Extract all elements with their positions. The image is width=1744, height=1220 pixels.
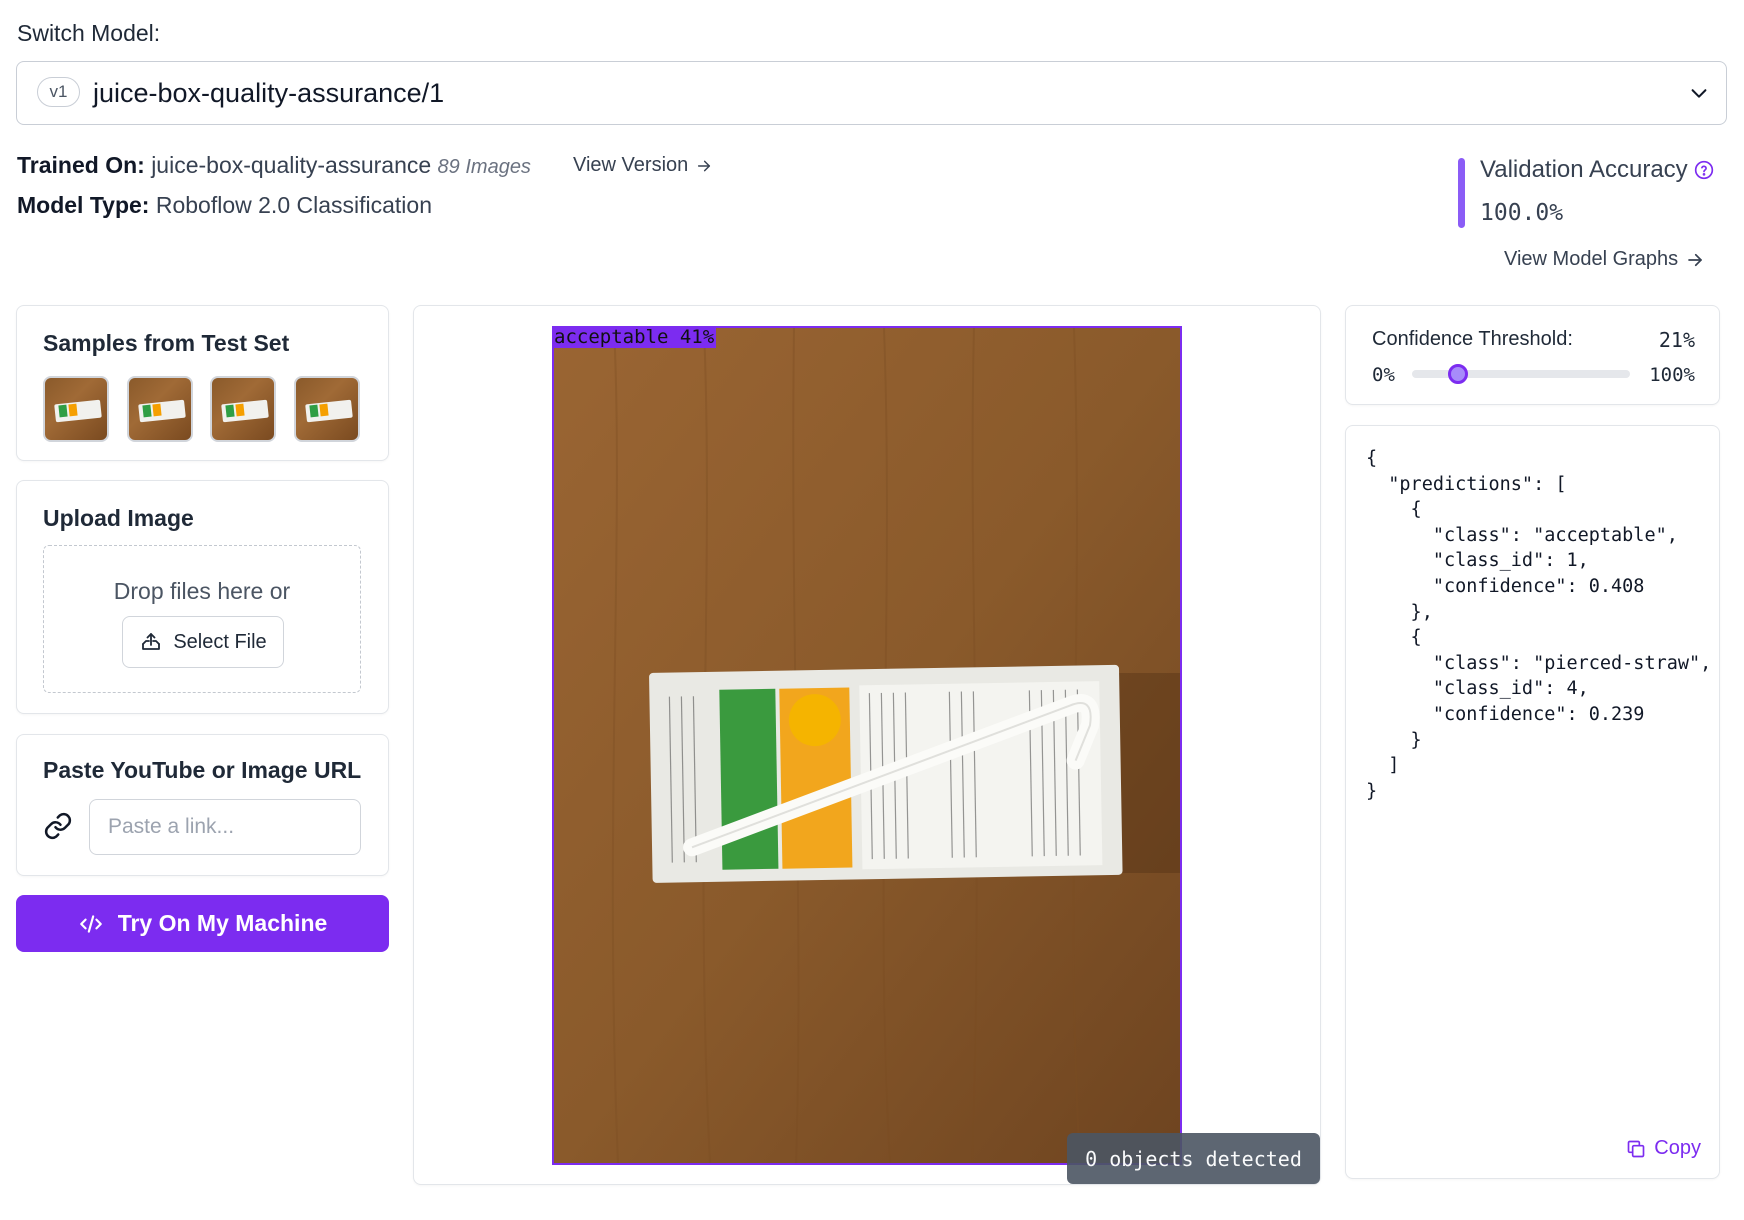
url-card: Paste YouTube or Image URL — [16, 734, 389, 876]
prediction-label: acceptable 41% — [552, 326, 717, 348]
arrow-right-icon — [698, 160, 711, 171]
upload-icon — [142, 633, 161, 650]
try-on-my-machine-button[interactable]: Try On My Machine — [16, 895, 389, 952]
images-count: 89 Images — [437, 156, 531, 178]
url-input[interactable] — [89, 799, 361, 855]
validation-accuracy-value: 100.0% — [1480, 200, 1564, 226]
copy-label: Copy — [1654, 1137, 1701, 1159]
confidence-card: Confidence Threshold: 21% 0% 100% — [1345, 305, 1720, 405]
trained-on-line: Trained On: juice-box-quality-assurance … — [17, 152, 531, 179]
select-file-button[interactable]: Select File — [122, 616, 284, 668]
sample-thumbnail[interactable] — [43, 376, 109, 442]
code-icon — [79, 914, 102, 933]
confidence-slider-thumb[interactable] — [1447, 364, 1468, 384]
confidence-value: 21% — [1658, 328, 1695, 352]
sample-thumbnail[interactable] — [127, 376, 193, 442]
json-output-card: { "predictions": [ { "class": "acceptabl… — [1345, 425, 1720, 1179]
drop-files-text: Drop files here or — [113, 578, 291, 604]
model-type-line: Model Type: Roboflow 2.0 Classification — [17, 192, 432, 219]
chevron-down-icon — [1691, 89, 1707, 98]
selected-model-name: juice-box-quality-assurance/1 — [93, 78, 445, 108]
arrow-right-icon — [1688, 253, 1702, 266]
confidence-max-label: 100% — [1649, 364, 1695, 386]
upload-image-card: Upload Image Drop files here or Select F… — [16, 480, 389, 714]
validation-accent-bar — [1458, 158, 1465, 228]
validation-accuracy-title: Validation Accuracy — [1480, 156, 1714, 184]
model-select-dropdown[interactable]: v1 juice-box-quality-assurance/1 — [16, 61, 1727, 125]
prediction-image — [552, 326, 1182, 1165]
objects-detected-badge: 0 objects detected — [1067, 1133, 1320, 1184]
view-model-graphs-link[interactable]: View Model Graphs — [1504, 248, 1704, 271]
sample-thumbnail[interactable] — [210, 376, 276, 442]
json-output: { "predictions": [ { "class": "acceptabl… — [1366, 448, 1709, 802]
trained-on-dataset: juice-box-quality-assurance — [151, 152, 432, 178]
juice-box-photo — [554, 328, 1180, 1163]
help-icon[interactable] — [1694, 160, 1714, 180]
confidence-label: Confidence Threshold: — [1372, 328, 1573, 350]
confidence-slider-track[interactable] — [1412, 370, 1630, 378]
validation-accuracy-label: Validation Accuracy — [1480, 156, 1688, 183]
upload-title: Upload Image — [43, 505, 194, 531]
preview-card: acceptable 41% 0 objects detected — [413, 305, 1321, 1185]
copy-button[interactable]: Copy — [1626, 1137, 1701, 1160]
model-type-value: Roboflow 2.0 Classification — [155, 192, 432, 218]
samples-card: Samples from Test Set — [16, 305, 389, 461]
copy-icon — [1627, 1140, 1645, 1157]
link-icon — [44, 812, 72, 840]
sample-thumbnail[interactable] — [294, 376, 360, 442]
view-version-label: View Version — [573, 154, 689, 176]
model-type-label: Model Type: — [17, 192, 150, 218]
view-model-graphs-label: View Model Graphs — [1504, 248, 1679, 270]
try-button-label: Try On My Machine — [117, 910, 328, 936]
file-dropzone[interactable]: Drop files here or Select File — [43, 545, 361, 693]
select-file-label: Select File — [173, 630, 267, 653]
version-badge: v1 — [37, 77, 80, 107]
samples-title: Samples from Test Set — [43, 330, 290, 356]
url-title: Paste YouTube or Image URL — [43, 757, 362, 783]
trained-on-label: Trained On: — [17, 152, 145, 178]
confidence-min-label: 0% — [1372, 364, 1395, 386]
view-version-link[interactable]: View Version — [573, 154, 712, 177]
switch-model-label: Switch Model: — [17, 20, 161, 46]
